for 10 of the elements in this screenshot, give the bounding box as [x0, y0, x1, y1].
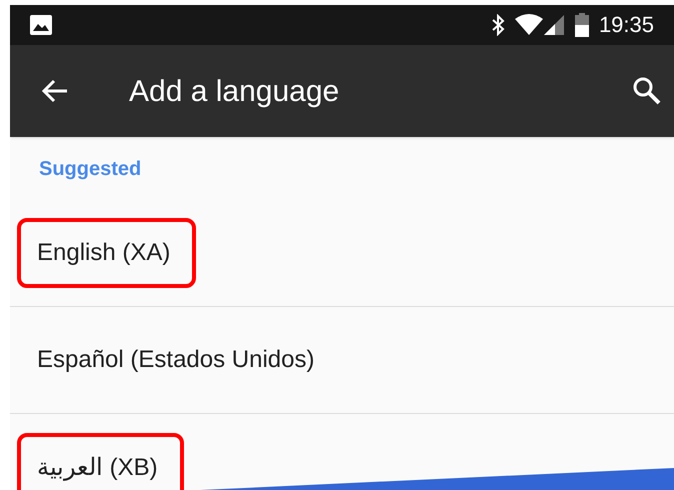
section-header: Suggested: [39, 156, 142, 182]
bluetooth-icon: [490, 14, 505, 36]
language-item[interactable]: English (XA): [17, 218, 196, 288]
language-item[interactable]: Español (Estados Unidos): [17, 325, 340, 395]
status-time: 19:35: [598, 14, 654, 36]
language-item[interactable]: العربية (XB): [17, 432, 184, 490]
battery-icon: [574, 13, 589, 37]
image-icon: [30, 15, 52, 35]
signal-icon: [542, 14, 565, 36]
screen-title: Add a language: [129, 74, 340, 110]
